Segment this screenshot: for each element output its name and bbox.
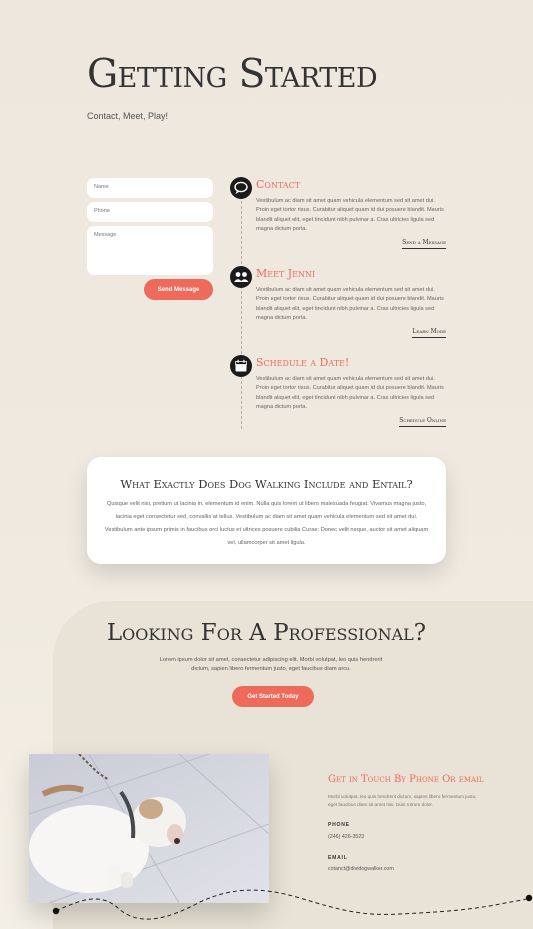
contact-heading: Get in Touch By Phone Or email xyxy=(328,774,484,785)
timeline-body-meet: Vestibulum ac diam sit amet quam vehicul… xyxy=(256,287,444,322)
phone-field[interactable]: Phone xyxy=(87,202,213,222)
dashed-path-decoration xyxy=(52,889,533,920)
email-label: EMAIL xyxy=(328,855,348,861)
phone-label: PHONE xyxy=(328,822,350,828)
email-value[interactable]: cotanct@dividogwalker.com xyxy=(328,866,394,872)
timeline-line xyxy=(241,196,242,429)
professional-body: Lorem ipsum dolor sit amet, consectetur … xyxy=(159,657,383,673)
timeline-title-meet: Meet Jenni xyxy=(256,267,316,280)
path-end-dot xyxy=(525,894,533,902)
timeline-body-schedule: Vestibulum ac diam sit amet quam vehicul… xyxy=(256,376,444,411)
contact-body: Morbi volutpat, leo quis hendrerit dictu… xyxy=(328,794,477,807)
learn-more-link[interactable]: Learn More xyxy=(412,328,446,338)
card-title: What Exactly Does Dog Walking Include an… xyxy=(120,477,413,491)
professional-title: Looking For A Professional? xyxy=(106,620,427,646)
send-message-button[interactable]: Send Message xyxy=(144,279,213,300)
timeline-title-contact: Contact xyxy=(256,178,301,191)
timeline-body-contact: Vestibulum ac diam sit amet quam vehicul… xyxy=(256,198,444,233)
phone-value[interactable]: (246) 426-3523 xyxy=(328,834,364,840)
send-a-message-link[interactable]: Send a Message xyxy=(402,239,446,249)
get-started-button[interactable]: Get Started Today xyxy=(232,686,314,707)
people-icon xyxy=(230,266,252,288)
name-field[interactable]: Name xyxy=(87,178,213,198)
card-body: Quisque velit nisi, pretium ut lacinia i… xyxy=(104,501,429,546)
message-field[interactable]: Message xyxy=(87,226,213,275)
timeline-title-schedule: Schedule a Date! xyxy=(256,356,350,369)
faq-card: What Exactly Does Dog Walking Include an… xyxy=(87,457,446,564)
page-title: Getting Started xyxy=(87,52,378,97)
chat-bubble-icon xyxy=(230,177,252,199)
schedule-online-link[interactable]: Schedule Online xyxy=(399,417,446,427)
page-subtitle: Contact, Meet, Play! xyxy=(87,111,169,121)
calendar-icon xyxy=(230,355,252,377)
path-start-dot xyxy=(52,907,60,915)
page: Getting Started Contact, Meet, Play! Nam… xyxy=(0,0,533,929)
